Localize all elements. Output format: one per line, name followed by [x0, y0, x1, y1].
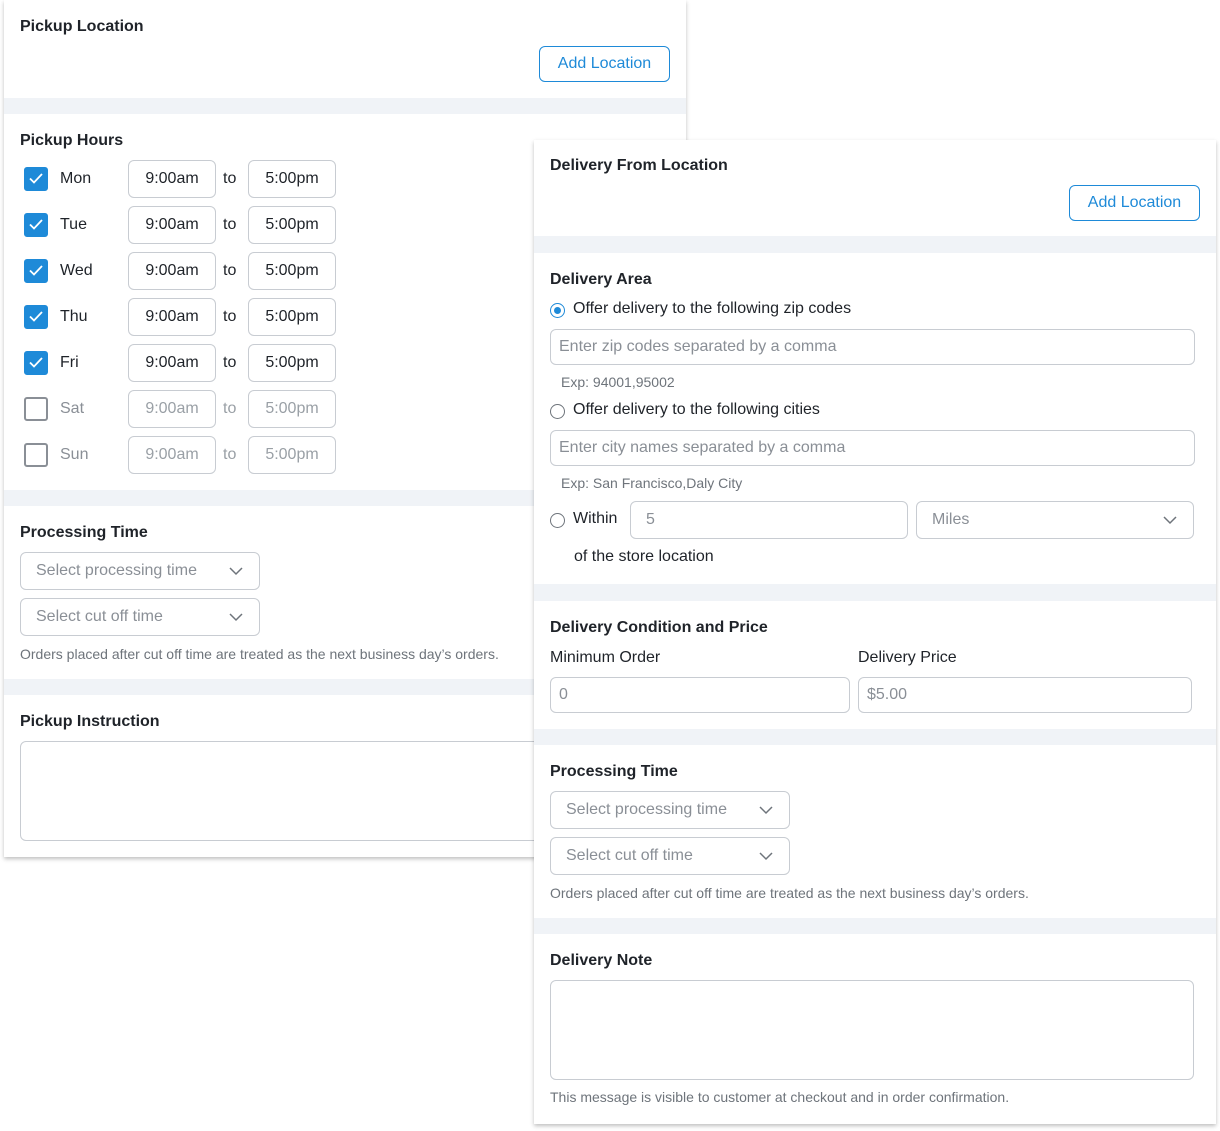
check-icon [29, 173, 43, 184]
delivery-price-value: $5.00 [867, 686, 908, 703]
delivery-condition-title: Delivery Condition and Price [550, 619, 768, 636]
chevron-down-icon [229, 567, 243, 576]
pickup-location-card: Pickup Location Add Location [4, 0, 686, 98]
pickup-cutoff-time-placeholder: Select cut off time [36, 608, 163, 625]
mon-open-time[interactable]: 9:00am [128, 160, 216, 198]
distance-unit-select[interactable]: Miles [916, 501, 1194, 539]
minimum-order-value: 0 [559, 686, 568, 703]
delivery-note-hint: This message is visible to customer at c… [550, 1089, 1010, 1105]
delivery-area-title: Delivery Area [550, 271, 652, 288]
pickup-processing-time-placeholder: Select processing time [36, 562, 197, 579]
delivery-price-label: Delivery Price [858, 649, 957, 666]
delivery-processing-time-placeholder: Select processing time [566, 801, 727, 818]
fri-to-label: to [223, 354, 237, 371]
thu-checkbox[interactable] [24, 305, 48, 329]
tue-label: Tue [60, 216, 87, 233]
sun-checkbox[interactable] [24, 443, 48, 467]
check-icon [29, 311, 43, 322]
wed-checkbox[interactable] [24, 259, 48, 283]
wed-open-time[interactable]: 9:00am [128, 252, 216, 290]
sat-label: Sat [60, 400, 85, 417]
mon-to-label: to [223, 170, 237, 187]
pickup-cutoff-hint: Orders placed after cut off time are tre… [20, 646, 499, 662]
delivery-price-input[interactable]: $5.00 [858, 677, 1192, 713]
sun-to-label: to [223, 446, 237, 463]
pickup-cutoff-time-select[interactable]: Select cut off time [20, 598, 260, 636]
tue-close-time[interactable]: 5:00pm [248, 206, 336, 244]
tue-open-time[interactable]: 9:00am [128, 206, 216, 244]
cities-radio[interactable] [550, 404, 565, 419]
within-distance-input[interactable]: 5 [630, 501, 908, 539]
zip-codes-radio[interactable] [550, 303, 565, 318]
cities-input[interactable]: Enter city names separated by a comma [550, 430, 1195, 466]
sun-close-time[interactable]: 5:00pm [248, 436, 336, 474]
distance-unit-value: Miles [932, 511, 970, 528]
delivery-area-card: Delivery Area Offer delivery to the foll… [534, 253, 1216, 584]
sat-checkbox[interactable] [24, 397, 48, 421]
delivery-cutoff-time-placeholder: Select cut off time [566, 847, 693, 864]
fri-open-time[interactable]: 9:00am [128, 344, 216, 382]
check-icon [29, 219, 43, 230]
of-store-location-label: of the store location [574, 548, 714, 565]
delivery-processing-time-select[interactable]: Select processing time [550, 791, 790, 829]
wed-label: Wed [60, 262, 93, 279]
delivery-add-location-button[interactable]: Add Location [1069, 185, 1200, 221]
within-label: Within [573, 510, 618, 527]
mon-close-time[interactable]: 5:00pm [248, 160, 336, 198]
delivery-note-title: Delivery Note [550, 952, 653, 969]
within-radio[interactable] [550, 513, 565, 528]
mon-checkbox[interactable] [24, 167, 48, 191]
zip-codes-option-label: Offer delivery to the following zip code… [573, 300, 852, 317]
within-distance-value: 5 [646, 511, 655, 528]
tue-to-label: to [223, 216, 237, 233]
delivery-condition-card: Delivery Condition and Price Minimum Ord… [534, 601, 1216, 729]
zip-codes-placeholder: Enter zip codes separated by a comma [559, 338, 837, 355]
delivery-location-card: Delivery From Location Add Location [534, 140, 1216, 236]
wed-to-label: to [223, 262, 237, 279]
delivery-settings-panel: Delivery From Location Add Location Deli… [534, 140, 1216, 1124]
thu-open-time[interactable]: 9:00am [128, 298, 216, 336]
chevron-down-icon [1163, 516, 1177, 525]
fri-label: Fri [60, 354, 79, 371]
delivery-processing-title: Processing Time [550, 763, 678, 780]
cities-option-label: Offer delivery to the following cities [573, 401, 820, 418]
sun-open-time[interactable]: 9:00am [128, 436, 216, 474]
cities-placeholder: Enter city names separated by a comma [559, 439, 846, 456]
delivery-note-textarea[interactable] [550, 980, 1194, 1080]
pickup-processing-time-select[interactable]: Select processing time [20, 552, 260, 590]
delivery-processing-card: Processing Time Select processing time S… [534, 745, 1216, 918]
pickup-hours-title: Pickup Hours [20, 132, 124, 149]
tue-checkbox[interactable] [24, 213, 48, 237]
cities-example: Exp: San Francisco,Daly City [561, 475, 743, 491]
delivery-cutoff-hint: Orders placed after cut off time are tre… [550, 885, 1029, 901]
zip-codes-input[interactable]: Enter zip codes separated by a comma [550, 329, 1195, 365]
check-icon [29, 357, 43, 368]
pickup-instruction-title: Pickup Instruction [20, 713, 160, 730]
chevron-down-icon [229, 613, 243, 622]
fri-close-time[interactable]: 5:00pm [248, 344, 336, 382]
check-icon [29, 265, 43, 276]
mon-label: Mon [60, 170, 92, 187]
wed-close-time[interactable]: 5:00pm [248, 252, 336, 290]
sat-close-time[interactable]: 5:00pm [248, 390, 336, 428]
sat-open-time[interactable]: 9:00am [128, 390, 216, 428]
minimum-order-input[interactable]: 0 [550, 677, 850, 713]
sun-label: Sun [60, 446, 89, 463]
delivery-cutoff-time-select[interactable]: Select cut off time [550, 837, 790, 875]
delivery-location-title: Delivery From Location [550, 157, 728, 174]
thu-label: Thu [60, 308, 88, 325]
pickup-location-title: Pickup Location [20, 18, 144, 35]
delivery-note-card: Delivery Note This message is visible to… [534, 934, 1216, 1124]
minimum-order-label: Minimum Order [550, 649, 661, 666]
pickup-add-location-button[interactable]: Add Location [539, 46, 670, 82]
pickup-processing-title: Processing Time [20, 524, 148, 541]
thu-close-time[interactable]: 5:00pm [248, 298, 336, 336]
thu-to-label: to [223, 308, 237, 325]
zip-codes-example: Exp: 94001,95002 [561, 374, 675, 390]
sat-to-label: to [223, 400, 237, 417]
fri-checkbox[interactable] [24, 351, 48, 375]
chevron-down-icon [759, 806, 773, 815]
chevron-down-icon [759, 852, 773, 861]
